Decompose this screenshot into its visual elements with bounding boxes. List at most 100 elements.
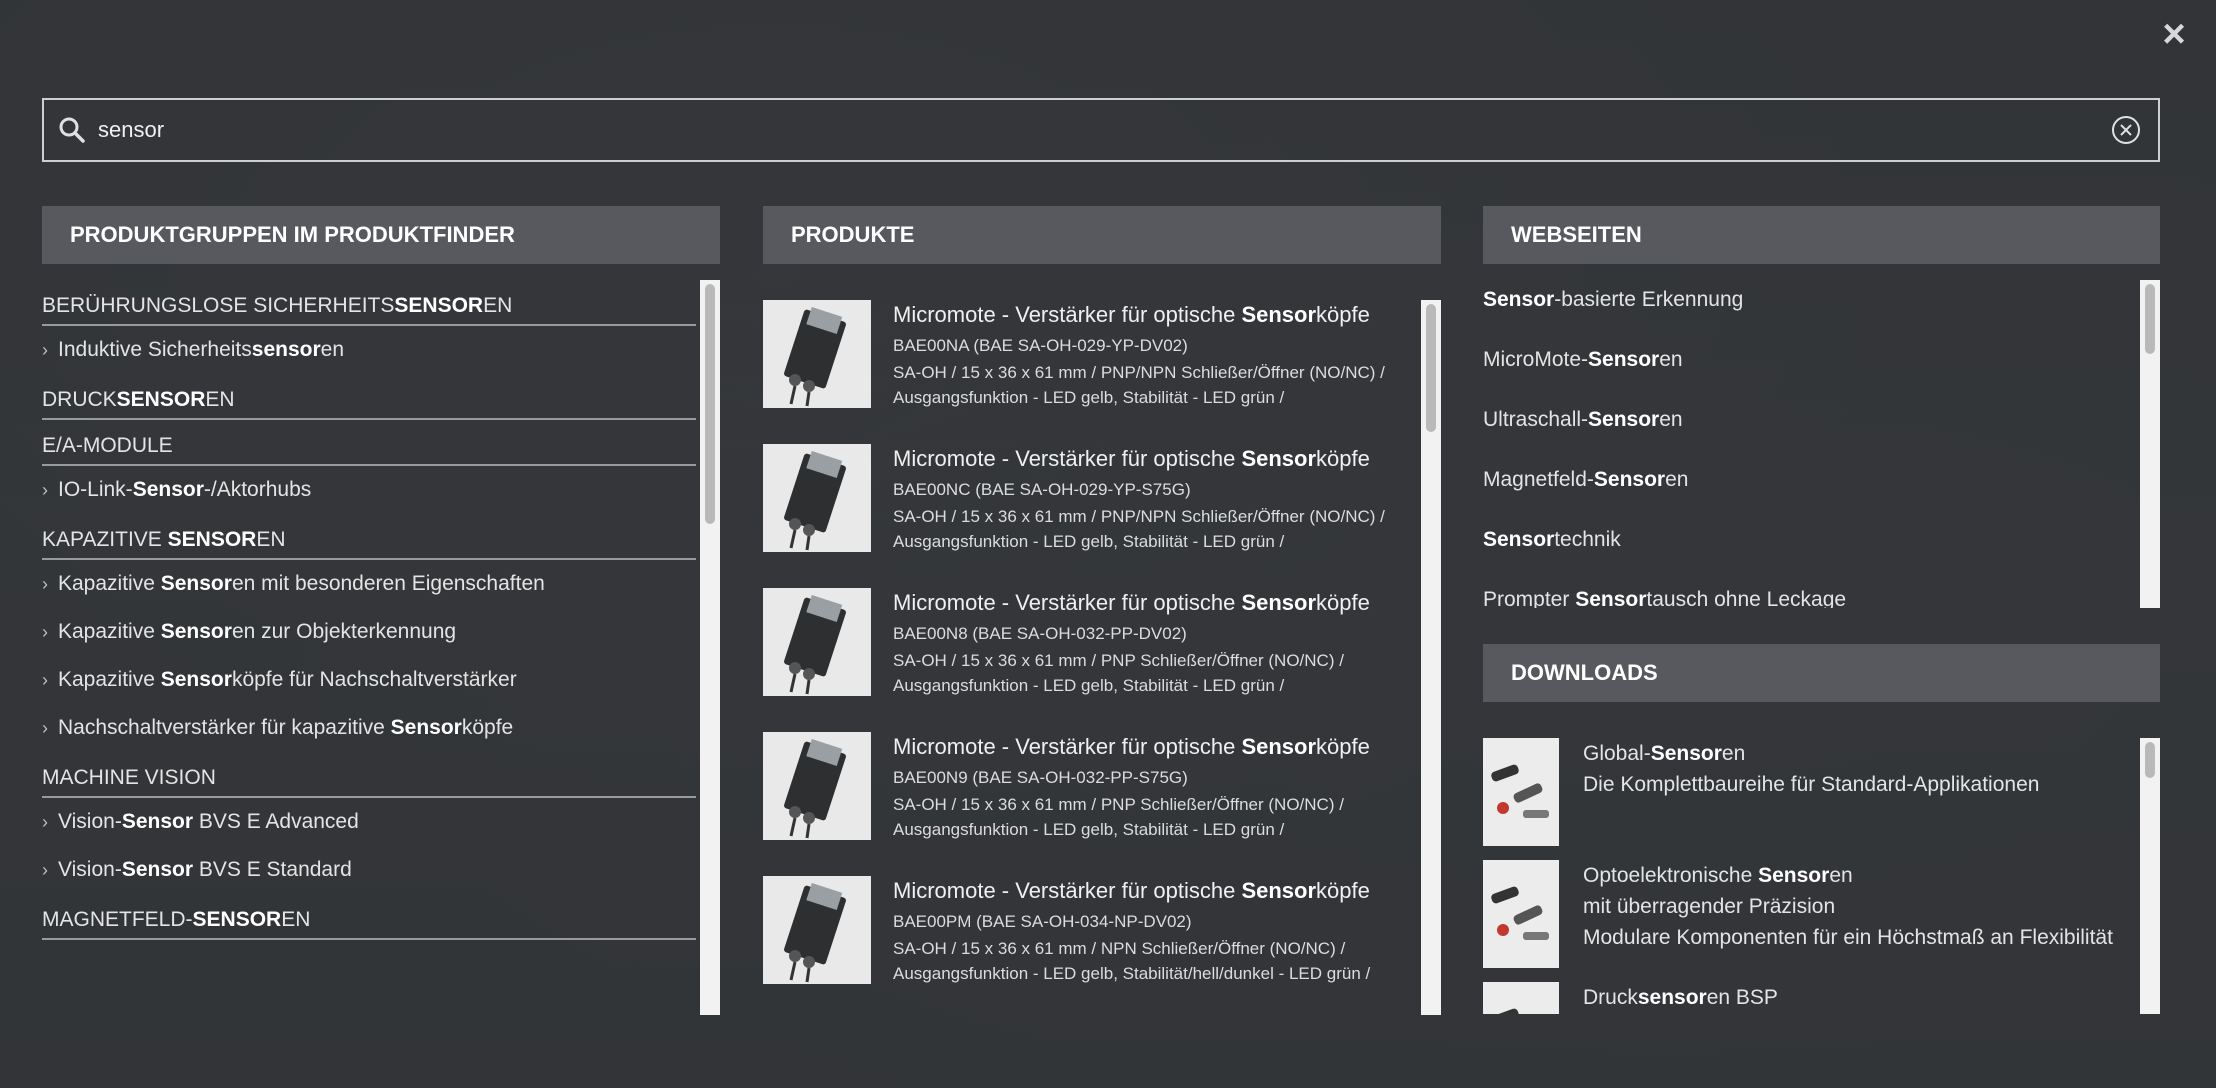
- download-thumbnail[interactable]: [1483, 738, 1559, 846]
- group-subitem-link[interactable]: › Vision-Sensor BVS E Standard: [42, 846, 720, 894]
- group-subitem-label: Vision-Sensor BVS E Advanced: [58, 810, 359, 834]
- chevron-right-icon: ›: [42, 573, 48, 594]
- text-part: köpfe: [1316, 302, 1370, 327]
- download-thumbnail[interactable]: [1483, 982, 1559, 1014]
- group-subitem-label: Kapazitive Sensoren zur Objekterkennung: [58, 620, 456, 644]
- text-highlight: Sensor: [1593, 468, 1666, 491]
- download-title[interactable]: Optoelektronische Sensoren: [1583, 860, 2113, 891]
- website-result-link[interactable]: Ultraschall-Sensoren: [1483, 400, 2160, 460]
- clear-search-icon[interactable]: [2110, 114, 2142, 146]
- product-result[interactable]: Micromote - Verstärker für optische Sens…: [763, 444, 1441, 588]
- search-input[interactable]: [96, 116, 2110, 144]
- close-icon[interactable]: ×: [2154, 14, 2194, 54]
- website-result-link[interactable]: Magnetfeld-Sensoren: [1483, 460, 2160, 520]
- text-highlight: SENSOR: [167, 528, 257, 551]
- text-part: BVS E Standard: [193, 858, 352, 881]
- product-result[interactable]: Micromote - Verstärker für optische Sens…: [763, 588, 1441, 732]
- download-title[interactable]: Drucksensoren BSP: [1583, 982, 1778, 1013]
- text-highlight: SENSOR: [192, 908, 282, 931]
- text-part: en: [1829, 864, 1853, 887]
- product-title[interactable]: Micromote - Verstärker für optische Sens…: [893, 734, 1393, 760]
- group-subitem-label: Kapazitive Sensoren mit besonderen Eigen…: [58, 572, 545, 596]
- scrollbar-thumb[interactable]: [2145, 284, 2155, 354]
- text-part: Optoelektronische: [1583, 864, 1759, 887]
- text-highlight: Sensor: [121, 858, 194, 881]
- product-code: BAE00N8 (BAE SA-OH-032-PP-DV02): [893, 624, 1187, 643]
- scrollbar-thumb[interactable]: [1426, 304, 1436, 432]
- website-result-link[interactable]: MicroMote-Sensoren: [1483, 340, 2160, 400]
- downloads-scrollbar[interactable]: [2140, 738, 2160, 1014]
- text-highlight: Sensor: [1483, 288, 1555, 311]
- group-subitem-link[interactable]: › Kapazitive Sensoren zur Objekterkennung: [42, 608, 720, 656]
- text-highlight: Sensor: [160, 620, 232, 643]
- text-part: köpfe: [461, 716, 514, 739]
- text-part: Micromote - Verstärker für optische: [893, 590, 1242, 615]
- text-part: EN: [281, 908, 311, 931]
- text-highlight: Sensor: [1483, 528, 1555, 551]
- download-subtitle: mit überragender Präzision: [1583, 895, 1836, 918]
- websites-scrollbar[interactable]: [2140, 280, 2160, 608]
- group-category-title[interactable]: KAPAZITIVE SENSOREN: [42, 520, 696, 560]
- text-part: en: [320, 338, 345, 361]
- group-category-title[interactable]: DRUCKSENSOREN: [42, 380, 696, 420]
- website-result-link[interactable]: Prompter Sensortausch ohne Leckage: [1483, 580, 2160, 608]
- scrollbar-thumb[interactable]: [2145, 742, 2155, 778]
- product-description: SA-OH / 15 x 36 x 61 mm / PNP Schließer/…: [893, 795, 1344, 839]
- product-thumbnail[interactable]: [763, 876, 871, 984]
- product-thumbnail[interactable]: [763, 732, 871, 840]
- group-subitem-link[interactable]: › Kapazitive Sensorköpfe für Nachschaltve…: [42, 656, 720, 704]
- product-result[interactable]: Micromote - Verstärker für optische Sens…: [763, 732, 1441, 876]
- product-result[interactable]: Micromote - Verstärker für optische Sens…: [763, 876, 1441, 1015]
- text-part: MAGNETFELD-: [42, 908, 193, 931]
- product-title[interactable]: Micromote - Verstärker für optische Sens…: [893, 878, 1393, 904]
- text-part: köpfe: [1316, 878, 1370, 903]
- download-result[interactable]: Global-Sensoren Die Komplettbaureihe für …: [1483, 738, 2160, 860]
- group-subitem-label: Induktive Sicherheitssensoren: [58, 338, 344, 362]
- product-groups-scrollbar[interactable]: [700, 280, 720, 1015]
- group-subitem-link[interactable]: › IO-Link-Sensor-/Aktorhubs: [42, 466, 720, 514]
- group-subitem-link[interactable]: › Kapazitive Sensoren mit besonderen Eige…: [42, 560, 720, 608]
- product-thumbnail[interactable]: [763, 588, 871, 696]
- group-subitem-link[interactable]: › Induktive Sicherheitssensoren: [42, 326, 720, 374]
- download-result[interactable]: Optoelektronische Sensoren mit überragend…: [1483, 860, 2160, 982]
- product-groups-column: PRODUKTGRUPPEN IM PRODUKTFINDER BERÜHRUN…: [42, 206, 720, 1015]
- product-thumbnail[interactable]: [763, 444, 871, 552]
- text-part: en BSP: [1706, 986, 1778, 1009]
- download-thumbnail[interactable]: [1483, 860, 1559, 968]
- group-category-title[interactable]: BERÜHRUNGSLOSE SICHERHEITSSENSOREN: [42, 286, 696, 326]
- group-subitem-label: Vision-Sensor BVS E Standard: [58, 858, 352, 882]
- group-subitem-link[interactable]: › Nachschaltverstärker für kapazitive Sen…: [42, 704, 720, 752]
- group-subitem-label: Kapazitive Sensorköpfe für Nachschaltver…: [58, 668, 517, 692]
- products-scrollbar[interactable]: [1421, 300, 1441, 1015]
- text-part: E/A-MODULE: [42, 434, 173, 457]
- product-title[interactable]: Micromote - Verstärker für optische Sens…: [893, 302, 1393, 328]
- text-part: BVS E Advanced: [193, 810, 359, 833]
- website-result-link[interactable]: Sensortechnik: [1483, 520, 2160, 580]
- search-bar: [42, 98, 2160, 162]
- product-result[interactable]: Micromote - Verstärker für optische Sens…: [763, 300, 1441, 444]
- download-text: Drucksensoren BSP: [1583, 982, 1778, 1014]
- product-code: BAE00N9 (BAE SA-OH-032-PP-S75G): [893, 768, 1188, 787]
- download-title[interactable]: Global-Sensoren: [1583, 738, 2039, 769]
- text-highlight: Sensor: [1241, 590, 1317, 615]
- text-highlight: Sensor: [1241, 878, 1317, 903]
- group-category-title[interactable]: MACHINE VISION: [42, 758, 696, 798]
- product-thumbnail[interactable]: [763, 300, 871, 408]
- group-category-title[interactable]: E/A-MODULE: [42, 426, 696, 466]
- group-subitem-link[interactable]: › Vision-Sensor BVS E Advanced: [42, 798, 720, 846]
- text-part: EN: [205, 388, 235, 411]
- download-result[interactable]: Drucksensoren BSP: [1483, 982, 2160, 1014]
- text-highlight: sensor: [1637, 986, 1707, 1009]
- scrollbar-thumb[interactable]: [705, 284, 715, 524]
- product-title[interactable]: Micromote - Verstärker für optische Sens…: [893, 446, 1393, 472]
- group-category-title[interactable]: MAGNETFELD-SENSOREN: [42, 900, 696, 940]
- website-result-link[interactable]: Sensor-basierte Erkennung: [1483, 280, 2160, 340]
- product-code: BAE00PM (BAE SA-OH-034-NP-DV02): [893, 912, 1192, 931]
- text-part: Kapazitive: [58, 668, 161, 691]
- text-highlight: Sensor: [1241, 446, 1317, 471]
- text-part: köpfe: [1316, 446, 1370, 471]
- text-part: Global-: [1583, 742, 1651, 765]
- text-highlight: Sensor: [1588, 408, 1660, 431]
- product-description: SA-OH / 15 x 36 x 61 mm / PNP/NPN Schlie…: [893, 507, 1385, 551]
- product-title[interactable]: Micromote - Verstärker für optische Sens…: [893, 590, 1393, 616]
